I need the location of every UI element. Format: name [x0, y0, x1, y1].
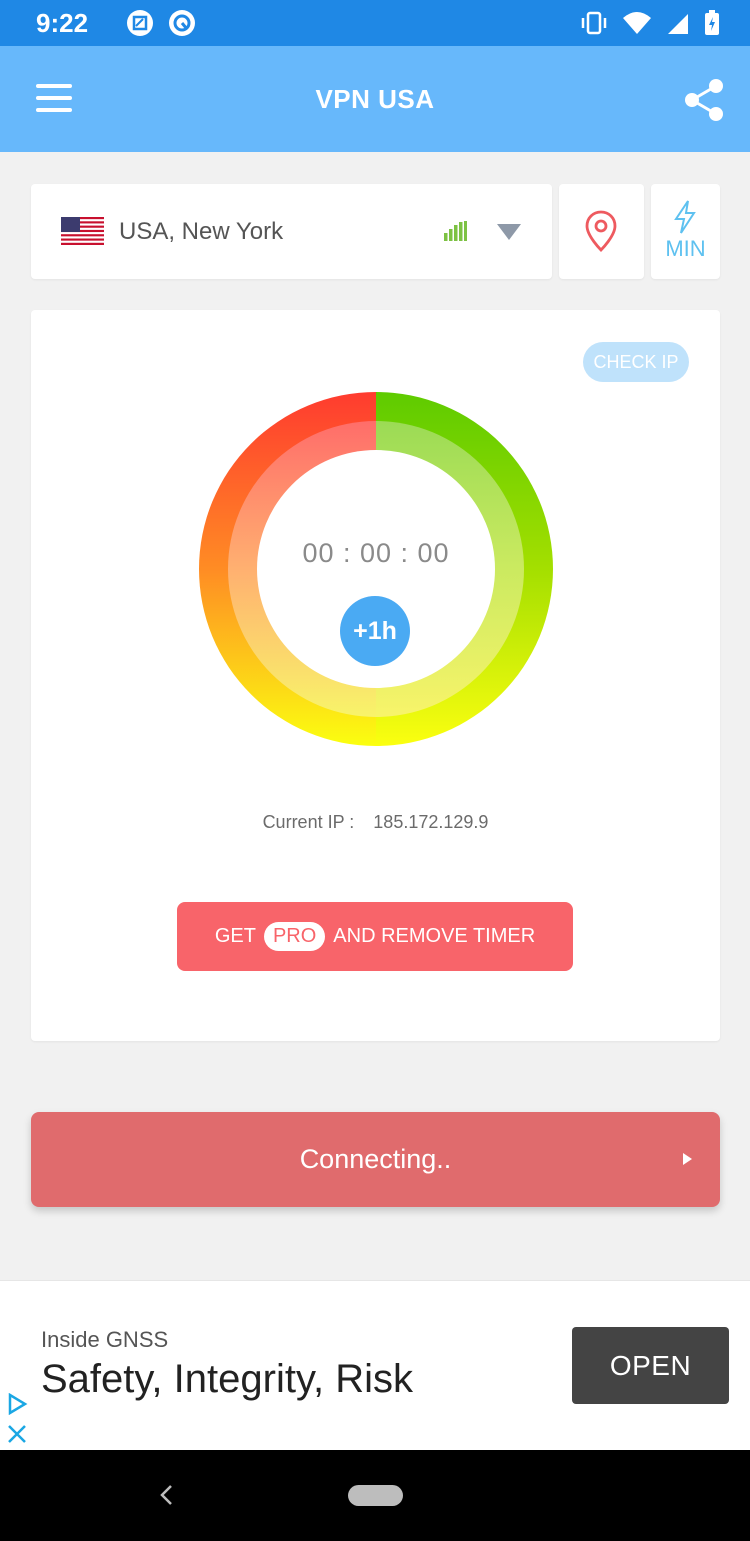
vibrate-icon [581, 11, 607, 35]
location-selector[interactable]: USA, New York [31, 184, 552, 279]
ad-open-button[interactable]: OPEN [572, 1327, 729, 1404]
connection-timer-ring [199, 392, 553, 746]
current-ip-value: 185.172.129.9 [373, 812, 489, 832]
system-nav-bar [0, 1450, 750, 1541]
status-time: 9:22 [36, 8, 89, 38]
cell-signal-icon [668, 14, 688, 34]
location-pin-button[interactable] [559, 184, 644, 279]
get-pro-suffix: AND REMOVE TIMER [333, 925, 536, 947]
current-ip-row: Current IP : 185.172.129.9 [31, 812, 720, 833]
connection-timer: 00 : 00 : 00 [302, 538, 450, 568]
current-ip-label: Current IP : [262, 812, 355, 832]
min-speed-button[interactable]: MIN [651, 184, 720, 279]
dropdown-arrow-icon [497, 224, 521, 240]
connect-status-label: Connecting.. [299, 1144, 452, 1174]
adchoices-icon[interactable] [6, 1393, 28, 1415]
wifi-icon [623, 12, 651, 34]
usa-flag-icon [61, 217, 104, 245]
ad-headline: Safety, Integrity, Risk [41, 1357, 413, 1401]
sync-notification-icon [169, 10, 195, 36]
signal-strength-icon [444, 221, 467, 241]
pro-pill: PRO [263, 922, 326, 951]
back-icon[interactable] [158, 1484, 176, 1506]
screenshot-notification-icon [127, 10, 153, 36]
check-ip-button[interactable]: CHECK IP [583, 342, 689, 382]
main-card: CHECK IP 00: 00: 00 +1h Current IP: 1… [31, 310, 720, 1041]
get-pro-button[interactable]: GET PRO AND REMOVE TIMER [177, 902, 573, 971]
ad-close-icon[interactable] [6, 1423, 28, 1445]
share-icon[interactable] [680, 76, 728, 124]
app-title: VPN USA [315, 84, 435, 114]
status-bar: 9:22 [0, 0, 750, 46]
location-pin-icon [585, 210, 617, 252]
play-arrow-icon [683, 1153, 692, 1165]
get-pro-prefix: GET [214, 925, 256, 947]
min-label: MIN [665, 236, 706, 261]
ad-source: Inside GNSS [41, 1327, 169, 1352]
ad-banner[interactable]: Inside GNSS Safety, Integrity, Risk OPEN [0, 1280, 750, 1450]
app-bar: VPN USA [0, 46, 750, 152]
add-hour-button[interactable]: +1h [340, 596, 410, 666]
lightning-icon [674, 200, 696, 234]
battery-charging-icon [705, 10, 719, 35]
connect-button[interactable]: Connecting.. [31, 1112, 720, 1207]
location-name: USA, New York [119, 218, 284, 245]
home-pill[interactable] [348, 1485, 403, 1506]
